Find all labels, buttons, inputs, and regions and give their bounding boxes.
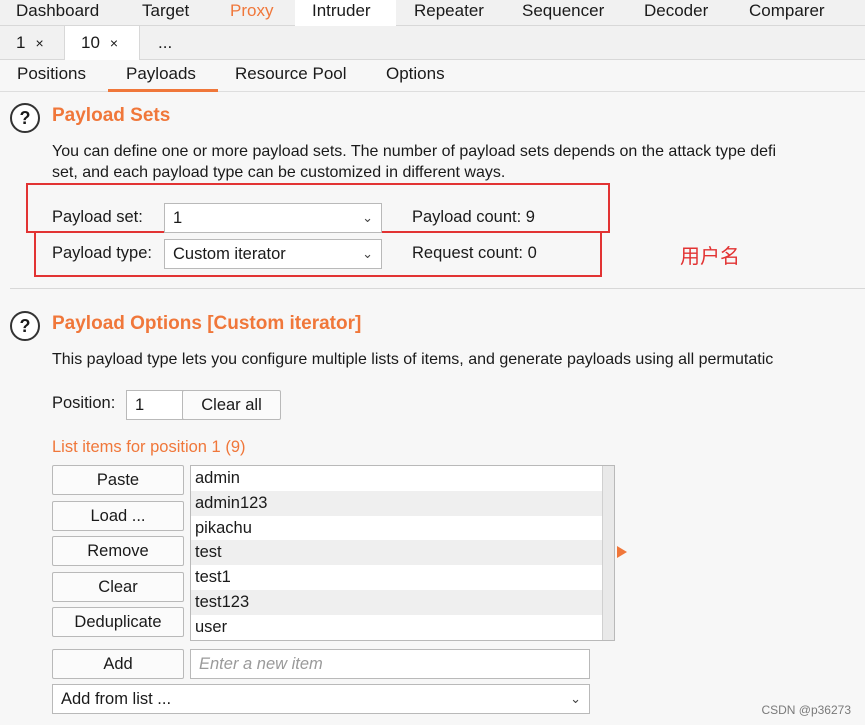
expand-arrow-icon[interactable] (617, 546, 627, 558)
payload-options-title: Payload Options [Custom iterator] (52, 313, 362, 334)
payload-type-label: Payload type: (52, 244, 152, 262)
list-item[interactable]: pikachu (191, 516, 614, 541)
payload-sets-description: You can define one or more payload sets.… (52, 143, 777, 160)
tab-resource-pool[interactable]: Resource Pool (235, 60, 347, 92)
chevron-down-icon: ⌄ (362, 210, 373, 225)
payload-count: Payload count: 9 (412, 208, 535, 226)
list-items-title: List items for position 1 (9) (52, 438, 246, 456)
tab-sequencer[interactable]: Sequencer (508, 0, 618, 26)
tab-payloads[interactable]: Payloads (108, 60, 218, 92)
attack-tab-10[interactable]: 10 × (64, 26, 140, 60)
payload-type-value: Custom iterator (173, 245, 286, 263)
payload-type-select[interactable]: Custom iterator ⌄ (164, 239, 382, 269)
intruder-config-tabs: Positions Payloads Resource Pool Options (0, 60, 865, 92)
section-divider (10, 288, 865, 289)
add-button[interactable]: Add (52, 649, 184, 679)
tab-proxy[interactable]: Proxy (216, 0, 287, 26)
list-item[interactable]: admin (191, 466, 614, 491)
attack-tab-label: 1 (16, 33, 26, 52)
payload-sets-description-line2: set, and each payload type can be custom… (52, 164, 506, 181)
tab-options[interactable]: Options (386, 60, 445, 92)
annotation-label: 用户名 (680, 246, 740, 268)
tab-comparer[interactable]: Comparer (735, 0, 839, 26)
tab-decoder[interactable]: Decoder (630, 0, 722, 26)
position-spinner[interactable]: 1 (126, 390, 184, 420)
tab-target[interactable]: Target (128, 0, 203, 26)
paste-button[interactable]: Paste (52, 465, 184, 495)
position-label: Position: (52, 394, 116, 412)
attack-tab-1[interactable]: 1 × (0, 26, 64, 60)
chevron-down-icon: ⌄ (362, 246, 373, 261)
payload-set-select[interactable]: 1 ⌄ (164, 203, 382, 233)
attack-tab-more[interactable]: ... (140, 26, 190, 60)
payload-items-list[interactable]: admin admin123 pikachu test test1 test12… (190, 465, 615, 641)
payload-sets-title: Payload Sets (52, 105, 171, 126)
add-from-list-value: Add from list ... (61, 690, 172, 708)
tab-positions[interactable]: Positions (17, 60, 86, 92)
clear-all-button[interactable]: Clear all (182, 390, 281, 420)
help-icon[interactable]: ? (10, 311, 40, 341)
list-item[interactable]: admin123 (191, 490, 614, 516)
chevron-down-icon: ⌄ (570, 691, 581, 706)
tab-repeater[interactable]: Repeater (400, 0, 498, 26)
close-icon[interactable]: × (110, 35, 118, 51)
watermark: CSDN @p36273 (761, 703, 851, 717)
tab-intruder[interactable]: Intruder (295, 0, 396, 26)
help-icon[interactable]: ? (10, 103, 40, 133)
payload-set-value: 1 (173, 209, 183, 227)
attack-tab-label: 10 (81, 33, 100, 52)
top-nav: Dashboard Target Proxy Intruder Repeater… (0, 0, 865, 26)
remove-button[interactable]: Remove (52, 536, 184, 566)
new-item-input[interactable]: Enter a new item (190, 649, 590, 679)
load-button[interactable]: Load ... (52, 501, 184, 531)
list-item[interactable]: user (191, 615, 614, 640)
deduplicate-button[interactable]: Deduplicate (52, 607, 184, 637)
list-item[interactable]: test123 (191, 589, 614, 615)
request-count: Request count: 0 (412, 244, 537, 262)
add-from-list-select[interactable]: Add from list ... ⌄ (52, 684, 590, 714)
clear-button[interactable]: Clear (52, 572, 184, 602)
payload-options-description: This payload type lets you configure mul… (52, 351, 774, 368)
tab-dashboard[interactable]: Dashboard (2, 0, 113, 26)
attack-tabs: 1 × 10 × ... (0, 26, 865, 60)
list-item[interactable]: test (191, 540, 614, 566)
payload-set-label: Payload set: (52, 208, 143, 226)
list-item[interactable]: test1 (191, 565, 614, 590)
list-scrollbar[interactable] (602, 466, 614, 640)
close-icon[interactable]: × (35, 35, 43, 51)
